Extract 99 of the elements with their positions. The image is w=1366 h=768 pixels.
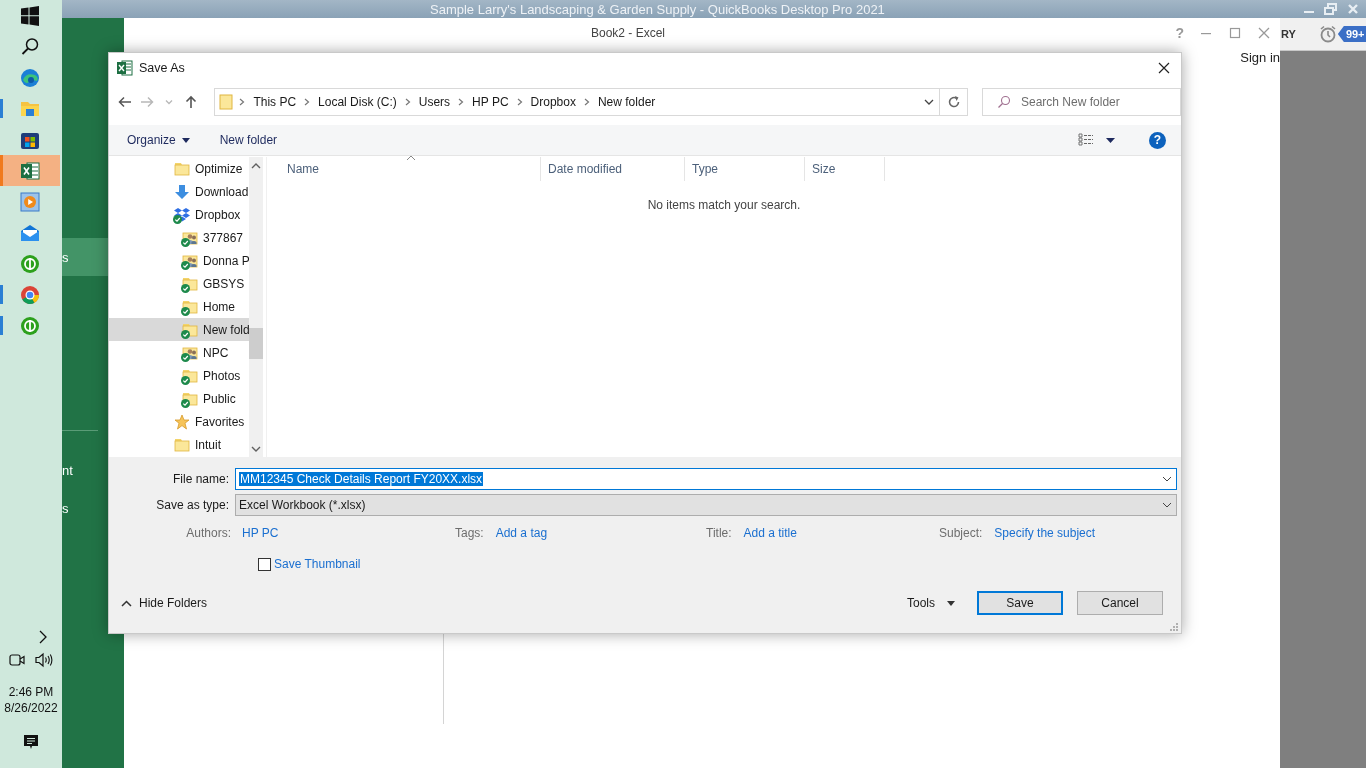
taskbar-clock[interactable]: 2:46 PM 8/26/2022 [4,684,58,716]
nav-tree-item[interactable]: NPC [109,341,249,364]
window-title: Book2 - Excel [591,26,666,40]
scroll-down-icon[interactable] [251,445,261,453]
nav-tree-item[interactable]: 377867 [109,226,249,249]
metadata-label: Tags: [455,526,484,540]
column-header[interactable]: Size [805,157,885,181]
metadata-value-link[interactable]: Add a title [743,526,797,540]
new-folder-button[interactable]: New folder [219,133,278,147]
maximize-icon[interactable] [1228,26,1242,40]
alarm-clock-icon[interactable] [1318,25,1337,43]
mail-icon [20,222,40,243]
checkbox[interactable] [258,557,271,571]
restore-icon[interactable] [1324,2,1338,16]
taskbar-button[interactable] [0,155,60,186]
field-label: File name: [171,472,230,486]
app-icon [20,315,40,336]
breadcrumb-item[interactable]: Users [416,95,453,109]
metadata-value-link[interactable]: HP PC [242,526,279,540]
reminder-count-badge: 99+ [1337,26,1366,42]
view-options-icon[interactable] [1078,133,1094,147]
breadcrumb-item[interactable]: Dropbox [528,95,578,109]
file-type-dropdown[interactable]: Excel Workbook (*.xlsx) [235,494,1177,516]
nav-tree-item[interactable]: Public [109,387,249,410]
browser-icon [20,67,40,88]
chevron-right-icon[interactable] [38,630,48,644]
spreadsheet-icon [117,60,133,76]
folder-icon [174,160,190,177]
field-label: Save as type: [155,498,230,512]
breadcrumb-item[interactable]: New folder [595,95,658,109]
search-icon [20,36,40,57]
breadcrumb-item[interactable]: HP PC [470,95,511,109]
breadcrumb-item[interactable]: This PC [251,95,299,109]
tab-label[interactable]: RY [1280,28,1296,40]
backstage-menu-item[interactable]: s [62,489,108,527]
dialog-title: Save As [139,61,185,75]
refresh-icon [946,95,961,109]
dialog-button[interactable]: Save [977,591,1063,615]
refresh-button[interactable] [940,88,968,116]
metadata-label: Subject: [939,526,983,540]
caret-down-icon[interactable] [947,600,955,606]
nav-tree-item[interactable]: Dropbox [109,203,249,226]
file-name-field[interactable]: MM12345 Check Details Report FY20XX.xlsx [235,468,1177,490]
nav-tree-item[interactable]: Favorites [109,410,249,433]
nav-tree-item[interactable]: Optimize [109,157,249,180]
folder-icon [174,436,190,453]
window-title: Sample Larry's Landscaping & Garden Supply - QuickBooks Desktop Pro 2021 [430,1,885,17]
nav-tree-item[interactable]: GBSYS [109,272,249,295]
dialog-button[interactable]: Cancel [1077,591,1163,615]
metadata-label: Title: [706,526,732,540]
breadcrumb-item[interactable]: Local Disk (C:) [316,95,399,109]
resize-grip-icon[interactable] [1170,623,1178,631]
download-arrow-icon [174,183,190,200]
metadata-label: Authors: [185,526,231,540]
clock-date: 8/26/2022 [4,700,58,716]
column-header[interactable]: Type [685,157,805,181]
chevron-down-icon [1162,502,1172,508]
column-header[interactable]: Date modified [541,157,685,181]
close-icon[interactable] [1157,61,1171,75]
media-player-icon [20,191,40,212]
camera-icon[interactable] [9,652,25,668]
help-button[interactable]: ? [1149,131,1166,149]
caret-down-icon[interactable] [1106,137,1115,143]
up-arrow-icon[interactable] [183,94,199,110]
nav-tree-item[interactable]: Intuit [109,433,249,456]
metadata-value-link[interactable]: Add a tag [495,526,548,540]
sign-in-link[interactable]: Sign in [1240,50,1280,65]
start-icon [20,5,40,26]
search-field[interactable]: Search New folder [982,88,1181,116]
star-icon [174,413,190,430]
empty-message: No items match your search. [647,198,801,212]
caret-down-icon [181,137,190,143]
nav-tree-item[interactable]: Home [109,295,249,318]
organize-menu[interactable]: Organize [127,133,190,147]
scroll-up-icon[interactable] [251,162,261,170]
speaker-icon[interactable] [35,652,53,668]
chevron-down-icon[interactable] [1162,476,1172,482]
app-icon [20,253,40,274]
notification-icon[interactable] [23,734,39,750]
backstage-menu-item[interactable]: nt [62,451,108,489]
nav-tree-item[interactable]: Photos [109,364,249,387]
backstage-menu-item[interactable]: s [62,238,108,276]
folder-icon [219,94,234,110]
chevron-up-icon [121,599,132,607]
nav-tree-item[interactable]: Donna P [109,249,249,272]
column-header[interactable]: Name [267,157,541,181]
hide-folders-button[interactable]: Hide Folders [121,596,208,610]
nav-tree-item[interactable]: New fold [109,318,249,341]
tools-menu[interactable]: Tools [907,596,935,610]
clock-time: 2:46 PM [7,684,55,700]
nav-tree-item[interactable]: Download [109,180,249,203]
metadata-value-link[interactable]: Specify the subject [994,526,1096,540]
search-icon [997,95,1011,109]
checkbox-label[interactable]: Save Thumbnail [274,557,361,571]
browser-icon [20,284,40,305]
scrollbar-thumb[interactable] [249,328,263,359]
spreadsheet-icon [20,160,40,181]
back-arrow-icon[interactable] [117,94,133,110]
scrollbar[interactable] [249,157,263,457]
